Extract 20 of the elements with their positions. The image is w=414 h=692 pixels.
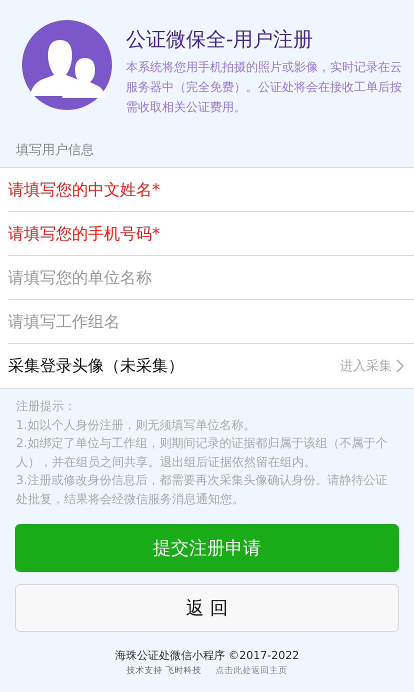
section-label: 填写用户信息	[15, 142, 95, 160]
tip-text: 2.如绑定了单位与工作组，则期间记录的证据都归属于该组（不属于个人），并在组员之间共享。退出组后证据依然留在组内。	[16, 435, 388, 470]
support-text: 技术支持 飞时科技	[126, 665, 202, 677]
text-field[interactable]: 请填写工作组名	[8, 312, 404, 331]
back-button[interactable]: 返 回	[15, 584, 399, 632]
text-field[interactable]: 请填写您的中文姓名*	[8, 180, 404, 199]
user-group-icon	[22, 20, 112, 110]
collect-link[interactable]: 进入采集	[340, 357, 404, 375]
submit-button[interactable]: 提交注册申请	[15, 524, 399, 572]
avatar-label: 采集登录头像（未采集）	[8, 356, 185, 376]
text-field[interactable]: 请填写您的单位名称	[8, 268, 404, 287]
home-link[interactable]: 点击此处返回主页	[215, 665, 288, 677]
tip-text: 注册提示：	[16, 398, 77, 415]
tip-text: 1.如以个人身份注册，则无须填写单位名称。	[16, 416, 256, 434]
tip-text: 3.注册或修改身份信息后，都需要再次采集头像确认身份。请静待公证处批复，结果将会经微信服务消息通知您。	[16, 472, 388, 508]
text-field[interactable]: 请填写您的手机号码*	[8, 224, 404, 243]
chevron-right-icon	[396, 359, 404, 373]
copyright-text: 海珠公证处微信小程序 ©2017-2022	[114, 648, 300, 663]
description-text: 本系统将您用手机拍摄的照片或影像，实时记录在云服务器中（完全免费）。公证处将会在接收工单后按需收取相关公证费用。	[126, 59, 402, 116]
page-title: 公证微保全-用户注册	[126, 26, 314, 53]
